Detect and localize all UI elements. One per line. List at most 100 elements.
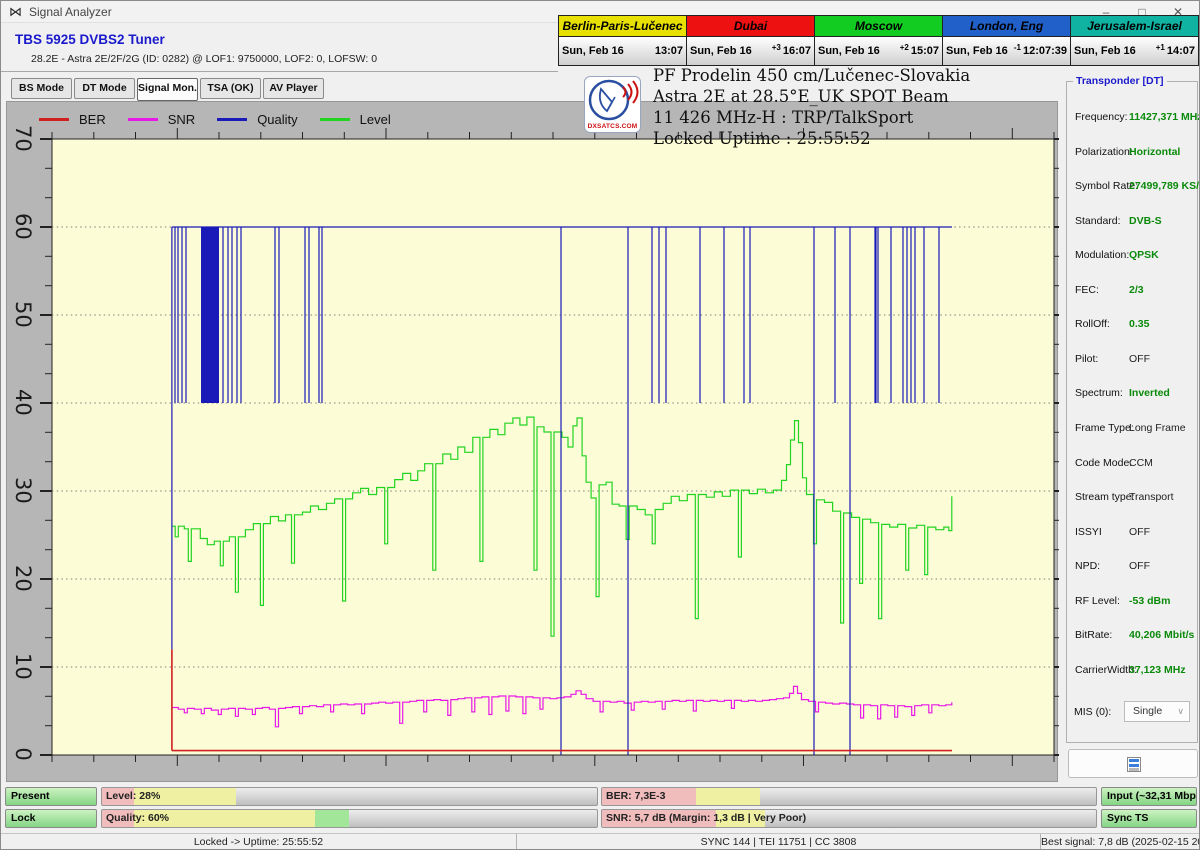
y-tick-label: 20 (10, 565, 36, 591)
overlay-line: PF Prodelin 450 cm/Lučenec-Slovakia (653, 65, 970, 86)
signal-chart (7, 102, 1059, 783)
transponder-label: Spectrum: (1075, 387, 1123, 399)
mode-tabs: BS ModeDT ModeSignal Mon.TSA (OK)AV Play… (11, 78, 324, 100)
save-log-button[interactable] (1068, 749, 1198, 778)
legend-swatch (320, 118, 350, 121)
mis-dropdown[interactable]: Single ∨ (1124, 701, 1190, 722)
legend-label: SNR (168, 112, 195, 127)
transponder-row: Spectrum:Inverted (1067, 383, 1199, 403)
transponder-row: Frame Type:Long Frame (1067, 418, 1199, 438)
transponder-value: OFF (1129, 526, 1150, 538)
transponder-row: Frequency:11427,371 MHz (1067, 107, 1199, 127)
progress-bar: Level: 28% (101, 787, 598, 806)
legend-swatch (217, 118, 247, 121)
transponder-label: Modulation: (1075, 249, 1129, 261)
header-divider (1, 71, 558, 72)
transponder-row: Pilot:OFF (1067, 349, 1199, 369)
transponder-label: Code Mode: (1075, 457, 1132, 469)
clock-city-header: Dubai (687, 16, 814, 37)
clock-date: Sun, Feb 16 (690, 45, 752, 57)
bar-label: Quality: 60% (106, 810, 169, 827)
transponder-label: RollOff: (1075, 318, 1110, 330)
y-tick-label: 10 (10, 653, 36, 679)
status-badge-sync-ts: Sync TS (1101, 809, 1197, 828)
legend-item-level: Level (320, 112, 391, 127)
clock-utc-offset: +1 (1156, 43, 1165, 52)
statusbar-cell: Locked -> Uptime: 25:55:52 (1, 834, 517, 850)
tab-bs-mode[interactable]: BS Mode (11, 78, 72, 99)
y-tick-label: 70 (10, 125, 36, 151)
tab-signal-mon-[interactable]: Signal Mon. (137, 78, 198, 101)
clock-city-header: Berlin-Paris-Lučenec (559, 16, 686, 37)
status-badge-present: Present (5, 787, 97, 806)
bar-label: Level: 28% (106, 788, 160, 805)
legend-item-snr: SNR (128, 112, 195, 127)
bar-segment-green (315, 810, 350, 827)
transponder-row: Symbol Rate:27499,789 KS/s (1067, 176, 1199, 196)
status-badge-input-32-31-mbps-: Input (~32,31 Mbps) (1101, 787, 1197, 806)
legend-label: Level (360, 112, 391, 127)
clock-datetime: Sun, Feb 16+316:07 (687, 37, 814, 65)
clock-column: DubaiSun, Feb 16+316:07 (687, 16, 815, 65)
bar-label: BER: 7,3E-3 (606, 788, 666, 805)
mis-label: MIS (0): (1074, 706, 1111, 718)
mis-row: MIS (0): Single ∨ (1066, 701, 1198, 723)
legend-label: BER (79, 112, 106, 127)
progress-bar: SNR: 5,7 dB (Margin: 1,3 dB | Very Poor) (601, 809, 1097, 828)
clock-datetime: Sun, Feb 16 +215:07 (815, 37, 942, 65)
tab-dt-mode[interactable]: DT Mode (74, 78, 135, 99)
y-tick-label: 0 (10, 741, 36, 767)
clock-column: Moscow Sun, Feb 16 +215:07 (815, 16, 943, 65)
clock-time: 14:07 (1167, 45, 1195, 57)
clock-datetime: Sun, Feb 1613:07 (559, 37, 686, 65)
legend-swatch (128, 118, 158, 121)
transponder-row: BitRate:40,206 Mbit/s (1067, 625, 1199, 645)
transponder-value: QPSK (1129, 249, 1159, 261)
clock-column: Berlin-Paris-LučenecSun, Feb 1613:07 (559, 16, 687, 65)
transponder-row: Standard: DVB-S (1067, 211, 1199, 231)
transponder-value: 11427,371 MHz (1129, 111, 1200, 123)
clock-date: Sun, Feb 16 (818, 45, 880, 57)
tab-tsa-ok-[interactable]: TSA (OK) (200, 78, 261, 99)
transponder-label: Standard: (1075, 215, 1121, 227)
clock-utc-offset: +2 (900, 43, 909, 52)
statusbar-cell: SYNC 144 | TEI 11751 | CC 3808 (517, 834, 1041, 850)
transponder-row: FEC:2/3 (1067, 280, 1199, 300)
transponder-value: Long Frame (1129, 422, 1186, 434)
save-icon (1127, 757, 1141, 772)
legend-label: Quality (257, 112, 297, 127)
bar-segment-yellow (696, 788, 760, 805)
progress-bar: Quality: 60% (101, 809, 598, 828)
transponder-label: Frame Type: (1075, 422, 1134, 434)
transponder-row: Stream type:Transport (1067, 487, 1199, 507)
clock-city-header: London, Eng (943, 16, 1070, 37)
mis-value: Single (1133, 705, 1162, 717)
clock-date: Sun, Feb 16 (1074, 45, 1136, 57)
transponder-value: CCM (1129, 457, 1153, 469)
signal-chart-panel (6, 101, 1058, 782)
world-clocks: Berlin-Paris-LučenecSun, Feb 1613:07Duba… (558, 15, 1199, 66)
clock-utc-offset: -1 (1014, 43, 1021, 52)
transponder-row: Modulation:QPSK (1067, 245, 1199, 265)
statusbar: Locked -> Uptime: 25:55:52SYNC 144 | TEI… (1, 833, 1200, 850)
annotation-overlay: PF Prodelin 450 cm/Lučenec-SlovakiaAstra… (653, 65, 970, 149)
tab-av-player[interactable]: AV Player (263, 78, 324, 99)
clock-time: 15:07 (911, 45, 939, 57)
overlay-line: Locked Uptime : 25:55:52 (653, 128, 970, 149)
clock-city-header: Moscow (815, 16, 942, 37)
tuner-name: TBS 5925 DVBS2 Tuner (15, 32, 165, 47)
transponder-row: NPD:OFF (1067, 556, 1199, 576)
transponder-value: DVB-S (1129, 215, 1162, 227)
transponder-groupbox: Frequency:11427,371 MHz Polarization:Hori… (1066, 81, 1198, 743)
status-badge-lock: Lock (5, 809, 97, 828)
transponder-row: Polarization:Horizontal (1067, 142, 1199, 162)
satellite-dish-icon (585, 77, 640, 121)
transponder-title: Transponder [DT] (1073, 75, 1167, 87)
clock-time: 12:07:39 (1023, 45, 1067, 57)
transponder-value: OFF (1129, 353, 1150, 365)
legend-item-quality: Quality (217, 112, 297, 127)
legend-item-ber: BER (39, 112, 106, 127)
overlay-line: Astra 2E at 28.5°E_UK SPOT Beam (653, 86, 970, 107)
transponder-label: NPD: (1075, 560, 1100, 572)
transponder-value: 2/3 (1129, 284, 1144, 296)
